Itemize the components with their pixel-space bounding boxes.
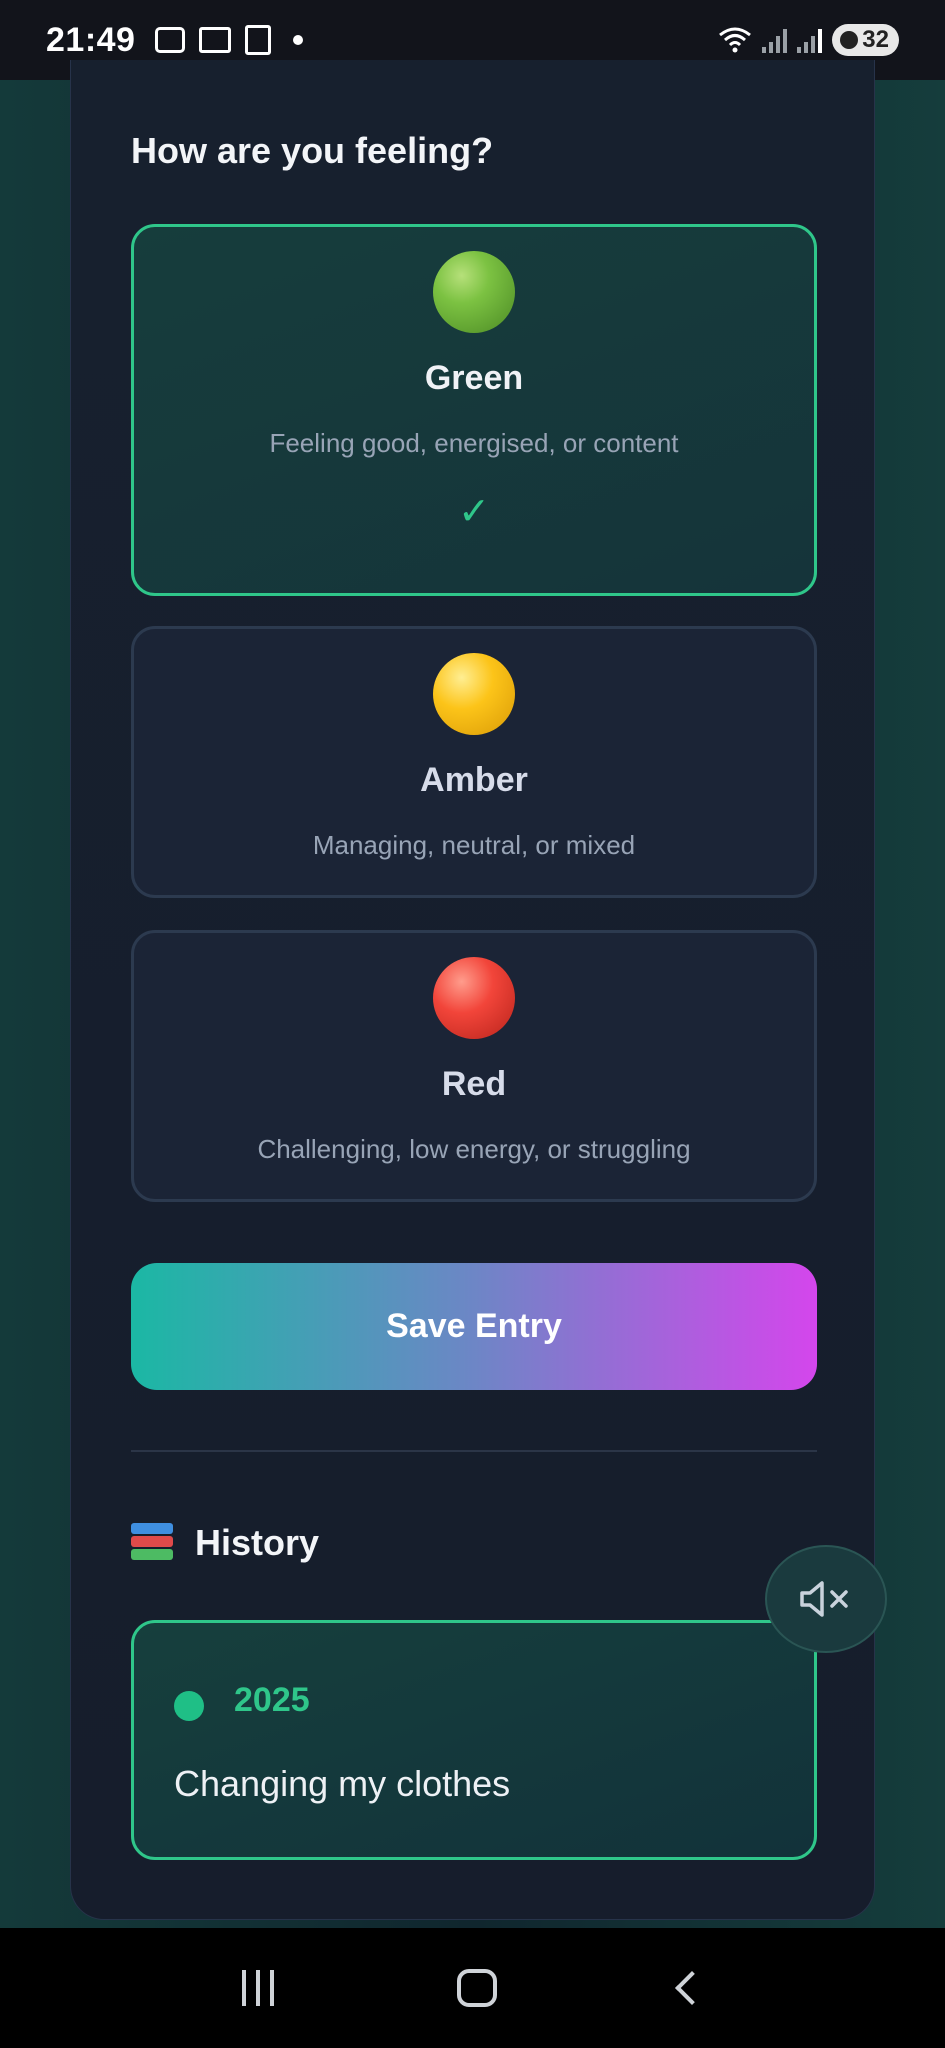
mood-label: Amber: [420, 761, 528, 799]
signal-icon-1: [762, 27, 788, 53]
yellow-circle-icon: [433, 653, 515, 735]
signal-icon-2: [797, 27, 823, 53]
green-circle-icon: [433, 251, 515, 333]
wifi-icon: [719, 27, 752, 53]
mood-label: Green: [424, 359, 524, 397]
mood-option-red[interactable]: Red Challenging, low energy, or struggli…: [131, 930, 817, 1202]
history-header: History: [131, 1522, 319, 1564]
speaker-muted-icon: [800, 1581, 848, 1617]
entry-year: 2025: [234, 1681, 310, 1719]
more-notifications-icon: [293, 35, 304, 45]
mood-label: Red: [441, 1065, 507, 1103]
mute-toggle-button[interactable]: [765, 1545, 887, 1653]
system-icons: 32: [718, 24, 899, 56]
history-title: History: [195, 1522, 320, 1563]
mood-card: How are you feeling? Green Feeling good,…: [70, 60, 875, 1920]
battery-indicator: 32: [832, 24, 899, 56]
link-icon: [199, 27, 232, 53]
section-title: How are you feeling?: [131, 130, 494, 171]
notification-icons: [155, 25, 304, 55]
recents-button[interactable]: [241, 1970, 274, 2006]
status-time: 21:49: [46, 20, 136, 59]
mood-option-green[interactable]: Green Feeling good, energised, or conten…: [131, 224, 817, 596]
mood-description: Managing, neutral, or mixed: [312, 830, 636, 860]
device-icon: [245, 25, 272, 55]
battery-level: 32: [862, 26, 889, 53]
mood-description: Feeling good, energised, or content: [269, 428, 679, 458]
battery-saver-icon: [840, 31, 859, 49]
app-screen: 21:49 32 How are you feeling? Green Feel…: [0, 0, 945, 2048]
status-dot: [174, 1691, 204, 1721]
mood-option-amber[interactable]: Amber Managing, neutral, or mixed: [131, 626, 817, 898]
mood-description: Challenging, low energy, or struggling: [257, 1134, 691, 1164]
check-icon: ✓: [458, 489, 490, 533]
save-entry-button[interactable]: Save Entry: [131, 1263, 817, 1390]
home-button[interactable]: [456, 1969, 497, 2007]
history-entry[interactable]: 2025 Changing my clothes: [131, 1620, 817, 1860]
divider: [131, 1450, 817, 1452]
books-icon: [131, 1523, 173, 1563]
red-circle-icon: [433, 957, 515, 1039]
entry-text: Changing my clothes: [174, 1763, 511, 1804]
screenshot-icon: [155, 27, 186, 53]
navigation-bar: [0, 1928, 945, 2048]
back-button[interactable]: [674, 1971, 709, 2005]
